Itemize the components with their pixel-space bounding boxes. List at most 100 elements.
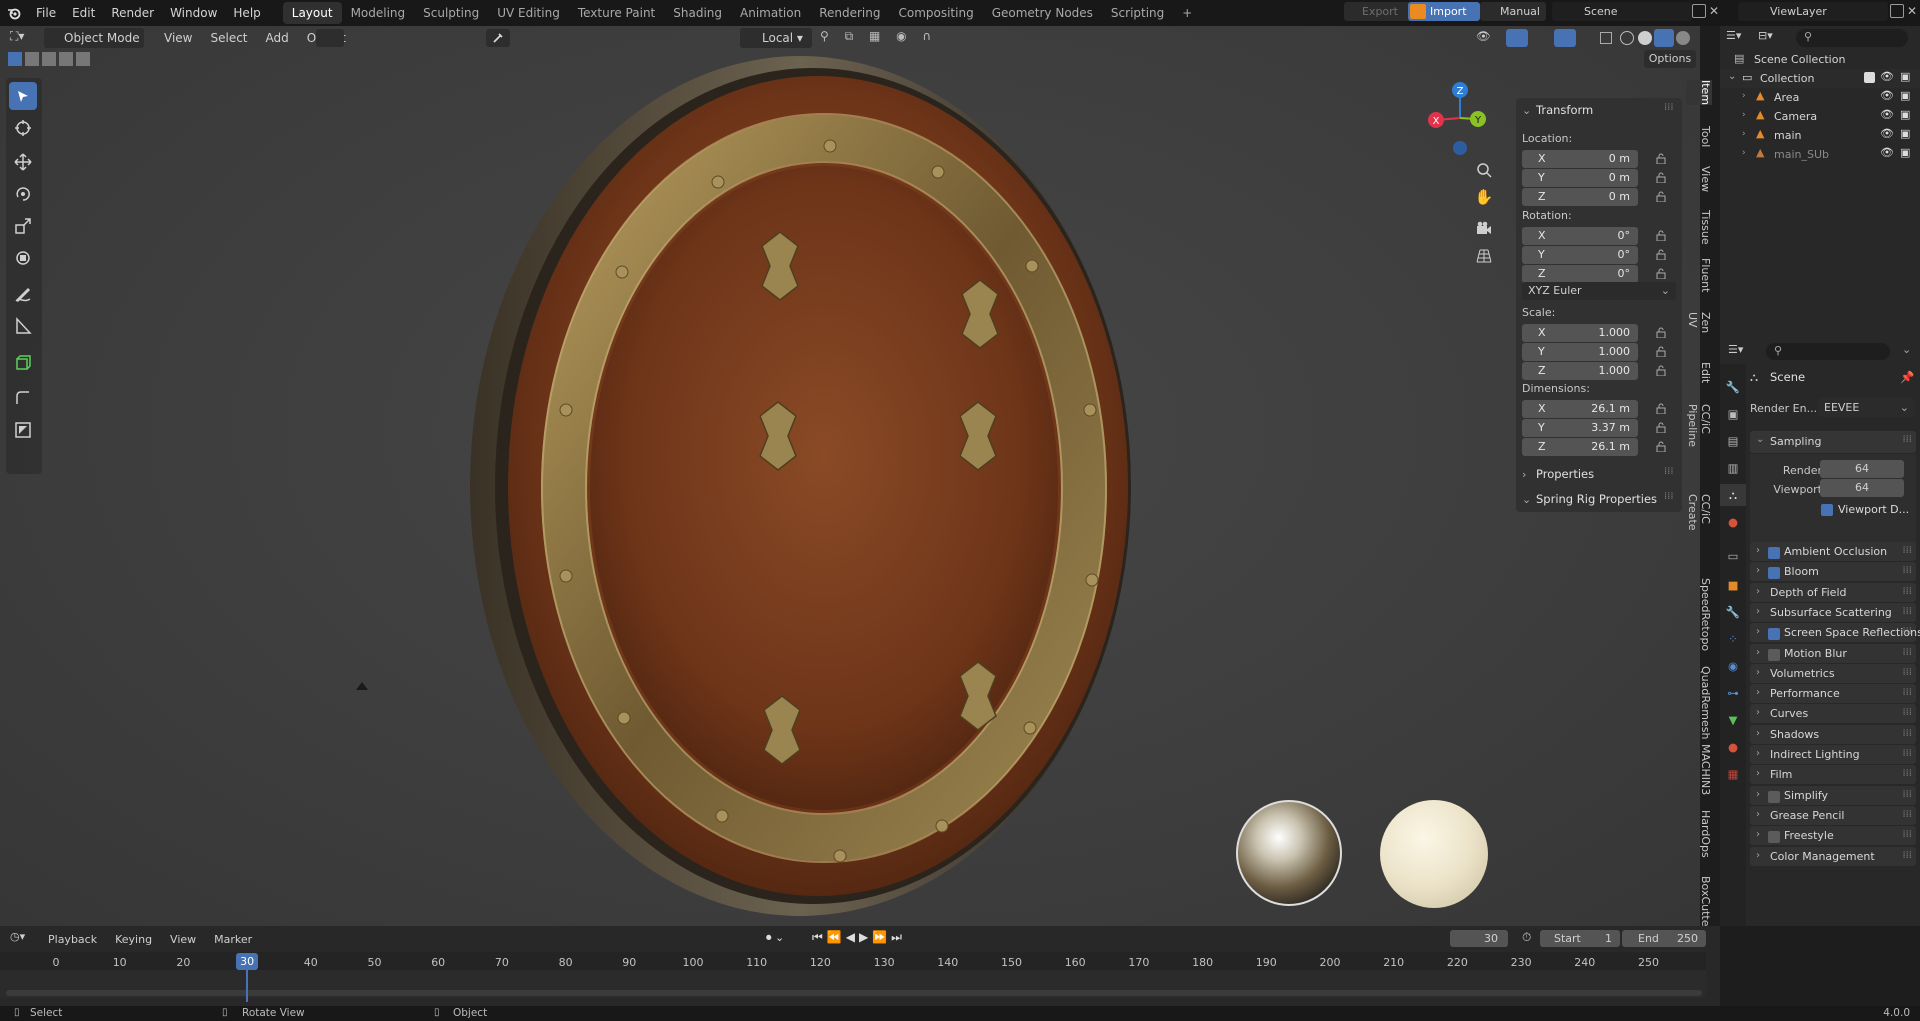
rotation-mode-dropdown[interactable]: XYZ Euler ⌄ [1522,282,1676,300]
texture-properties-icon[interactable]: ▦ [1720,763,1746,785]
panel-grip-icon[interactable]: ⁞⁞⁞ [1902,626,1912,637]
options-dropdown[interactable]: Options [1644,50,1696,68]
panel-volumetrics[interactable]: › Volumetrics ⁞⁞⁞ [1750,663,1916,683]
measure-tool-icon[interactable] [9,312,37,340]
panel-enable-checkbox[interactable] [1768,648,1780,661]
timeline-menu-view[interactable]: View [162,930,204,950]
panel-shadows[interactable]: › Shadows ⁞⁞⁞ [1750,724,1916,744]
outliner-item-camera[interactable]: › ▲ Camera 👁 ▣ [1720,107,1920,126]
lock-icon[interactable] [1656,327,1670,339]
side-tab-cc-ic-pipeline[interactable]: CC/iC Pipeline [1686,404,1712,447]
side-tab-edit[interactable]: Edit [1686,362,1712,383]
zoom-icon[interactable] [1472,158,1496,182]
select-intersect-icon[interactable] [76,52,90,66]
lock-icon[interactable] [1656,172,1670,184]
panel-enable-checkbox[interactable] [1768,831,1780,844]
panel-grip-icon[interactable]: ⁞⁞⁞ [1902,707,1912,718]
rendered-shading-icon[interactable] [1676,31,1690,45]
view-layer-selector[interactable]: ViewLayer [1738,2,1888,21]
expand-icon[interactable]: › [1742,129,1746,139]
shield-model[interactable] [420,36,1200,926]
solid-shading-icon[interactable] [1638,31,1652,45]
tab-shading[interactable]: Shading [664,2,731,24]
properties-editor-type-icon[interactable]: ☰▾ [1728,343,1743,356]
visibility-icon[interactable]: 👁 [1880,127,1894,140]
auto-keying-icon[interactable]: ⏺ ⌄ [766,931,784,945]
scene-selector[interactable]: Scene [1552,2,1692,21]
panel-depth-of-field[interactable]: › Depth of Field ⁞⁞⁞ [1750,582,1916,602]
panel-grip-icon[interactable]: ⁞⁞⁞ [1902,667,1912,678]
tab-layout[interactable]: Layout [282,2,342,24]
render-icon[interactable]: ▣ [1900,146,1910,159]
panel-film[interactable]: › Film ⁞⁞⁞ [1750,765,1916,785]
collection-visibility-icon[interactable]: 👁 [1880,70,1894,83]
dimensions-y-field[interactable]: Y 3.37 m [1522,419,1638,437]
side-tab-item[interactable]: Item [1686,80,1712,106]
render-engine-dropdown[interactable]: EEVEE ⌄ [1818,398,1914,417]
pin-icon[interactable]: 📌 [1900,370,1914,384]
gizmo-toggle-icon[interactable] [1506,29,1528,47]
panel-bloom[interactable]: › Bloom ⁞⁞⁞ [1750,562,1916,582]
timeline-menu-marker[interactable]: Marker [206,930,260,950]
expand-icon[interactable]: › [1742,148,1746,158]
data-properties-icon[interactable]: ▼ [1720,709,1746,731]
timeline-menu-keying[interactable]: Keying [107,930,160,950]
delete-scene-icon[interactable]: ✕ [1709,4,1719,18]
lock-icon[interactable] [1656,365,1670,377]
panel-grip-icon[interactable]: ⁞⁞⁞ [1902,768,1912,779]
panel-enable-checkbox[interactable] [1768,547,1780,559]
lock-icon[interactable] [1656,191,1670,203]
location-z-field[interactable]: Z 0 m [1522,188,1638,206]
visibility-icon[interactable]: 👁 [1880,108,1894,121]
panel-simplify[interactable]: › Simplify ⁞⁞⁞ [1750,785,1916,805]
viewport-denoise-checkbox[interactable] [1821,504,1833,516]
scale-z-field[interactable]: Z 1.000 [1522,362,1638,380]
render-icon[interactable]: ▣ [1900,108,1910,121]
lock-icon[interactable] [1656,153,1670,165]
start-frame-field[interactable]: Start 1 [1540,930,1620,947]
outliner-item-area[interactable]: › ▲ Area 👁 ▣ [1720,88,1920,107]
panel-curves[interactable]: › Curves ⁞⁞⁞ [1750,704,1916,724]
delete-view-layer-icon[interactable]: ✕ [1907,4,1917,18]
panel-ambient-occlusion[interactable]: › Ambient Occlusion ⁞⁞⁞ [1750,542,1916,561]
preview-range-icon[interactable]: ⏱ [1522,930,1531,945]
render-icon[interactable]: ▣ [1900,89,1910,102]
select-extend-icon[interactable] [25,52,39,66]
transform-header[interactable]: Transform [1536,103,1593,117]
outliner-search-input[interactable]: ⚲ [1796,29,1908,47]
visibility-icon[interactable]: 👁 [1880,146,1894,159]
sampling-panel-header[interactable]: ⌄ Sampling ⁞⁞⁞ [1750,431,1916,453]
lock-icon[interactable] [1656,230,1670,242]
tab-sculpting[interactable]: Sculpting [414,2,488,24]
material-preview-icon[interactable] [1654,29,1674,47]
select-invert-icon[interactable] [59,52,73,66]
timeline-scrollbar[interactable] [6,990,1702,996]
tab-texture-paint[interactable]: Texture Paint [569,2,664,24]
panel-grip-icon[interactable]: ⁞⁞⁞ [1902,850,1912,861]
viewport-samples-field[interactable]: 64 [1820,479,1904,497]
panel-grip-icon[interactable]: ⁞⁞⁞ [1902,647,1912,658]
move-tool-icon[interactable] [9,148,37,176]
3d-viewport[interactable]: ⛶▾ Object Mode ▾ ViewSelectAddObject Loc… [0,26,1712,931]
add-workspace-button[interactable]: + [1173,2,1201,24]
rotation-x-field[interactable]: X 0° [1522,227,1638,245]
modifier-properties-icon[interactable]: 🔧 [1720,601,1746,623]
outliner-item-main-sub[interactable]: › ▲ main_SUb 👁 ▣ [1720,145,1920,164]
select-box-tool-icon[interactable] [9,82,37,110]
panel-color-management[interactable]: › Color Management ⁞⁞⁞ [1750,846,1916,866]
camera-view-icon[interactable] [1472,216,1496,240]
navigation-gizmo[interactable]: Z X Y [1422,78,1492,168]
panel-enable-checkbox[interactable] [1768,790,1780,803]
hdri-diffuse-sphere[interactable] [1380,800,1488,908]
expand-icon[interactable]: › [1742,110,1746,120]
lock-icon[interactable] [1656,403,1670,415]
side-tab-fluent[interactable]: Fluent [1686,258,1712,292]
side-tab-quadremesh[interactable]: QuadRemesh [1686,666,1712,739]
panel-performance[interactable]: › Performance ⁞⁞⁞ [1750,684,1916,704]
playhead-line[interactable] [246,966,249,1002]
expand-icon[interactable]: › [1742,91,1746,101]
panel-screen-space-reflections[interactable]: › Screen Space Reflections ⁞⁞⁞ [1750,623,1920,643]
visibility-icon[interactable]: 👁 [1476,29,1498,47]
panel-enable-checkbox[interactable] [1768,567,1780,580]
playback-controls[interactable]: ⏮⏪◀▶⏩⏭ [812,930,922,946]
